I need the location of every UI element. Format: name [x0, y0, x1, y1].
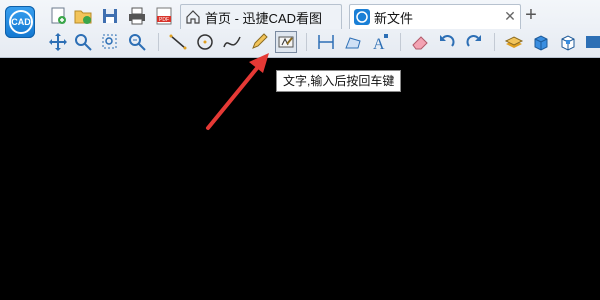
new-tab-button[interactable]: + [522, 5, 540, 25]
app-logo[interactable]: CAD [5, 6, 35, 38]
toolbar-separator [306, 33, 307, 51]
circle-icon[interactable] [195, 32, 215, 52]
title-toolbar-area: CAD PDF 首页 - 迅捷CAD看图 新文件 ✕ + A [0, 0, 600, 58]
tooltip: 文字,输入后按回车键 [276, 70, 402, 92]
3d-view-icon[interactable] [558, 32, 578, 52]
3d-box-icon[interactable] [531, 32, 551, 52]
app-logo-text: CAD [9, 10, 33, 34]
layer-icon[interactable] [504, 32, 524, 52]
cad-file-icon [354, 9, 370, 25]
zoom-window-icon[interactable] [100, 32, 120, 52]
measure-icon[interactable] [316, 32, 336, 52]
toolbar-separator [400, 33, 401, 51]
tab-new-file-label: 新文件 [374, 10, 414, 26]
pencil-icon[interactable] [249, 32, 269, 52]
pan-icon[interactable] [48, 32, 68, 52]
more-tools-icon[interactable] [584, 32, 600, 52]
tab-home[interactable]: 首页 - 迅捷CAD看图 [180, 4, 342, 29]
line-icon[interactable] [168, 32, 188, 52]
text-style-icon[interactable]: A [370, 32, 390, 52]
spline-icon[interactable] [222, 32, 242, 52]
home-icon [185, 9, 201, 25]
area-icon[interactable] [343, 32, 363, 52]
svg-text:A: A [373, 36, 385, 52]
zoom-icon[interactable] [73, 32, 93, 52]
zoom-extents-icon[interactable] [127, 32, 147, 52]
redo-icon[interactable] [464, 32, 484, 52]
svg-text:PDF: PDF [159, 17, 169, 23]
drawing-canvas[interactable] [0, 58, 600, 300]
new-file-icon[interactable] [49, 6, 71, 26]
open-folder-icon[interactable] [73, 6, 95, 26]
toolbar-separator [158, 33, 159, 51]
close-tab-button[interactable]: ✕ [503, 9, 517, 23]
pdf-icon[interactable]: PDF [154, 6, 176, 26]
print-icon[interactable] [127, 6, 149, 26]
tab-home-label: 首页 - 迅捷CAD看图 [205, 10, 323, 26]
tab-new-file[interactable]: 新文件 [349, 4, 521, 29]
text-tool-icon[interactable] [275, 31, 297, 53]
toolbar-separator [494, 33, 495, 51]
save-icon[interactable] [100, 6, 122, 26]
undo-icon[interactable] [437, 32, 457, 52]
eraser-icon[interactable] [410, 32, 430, 52]
